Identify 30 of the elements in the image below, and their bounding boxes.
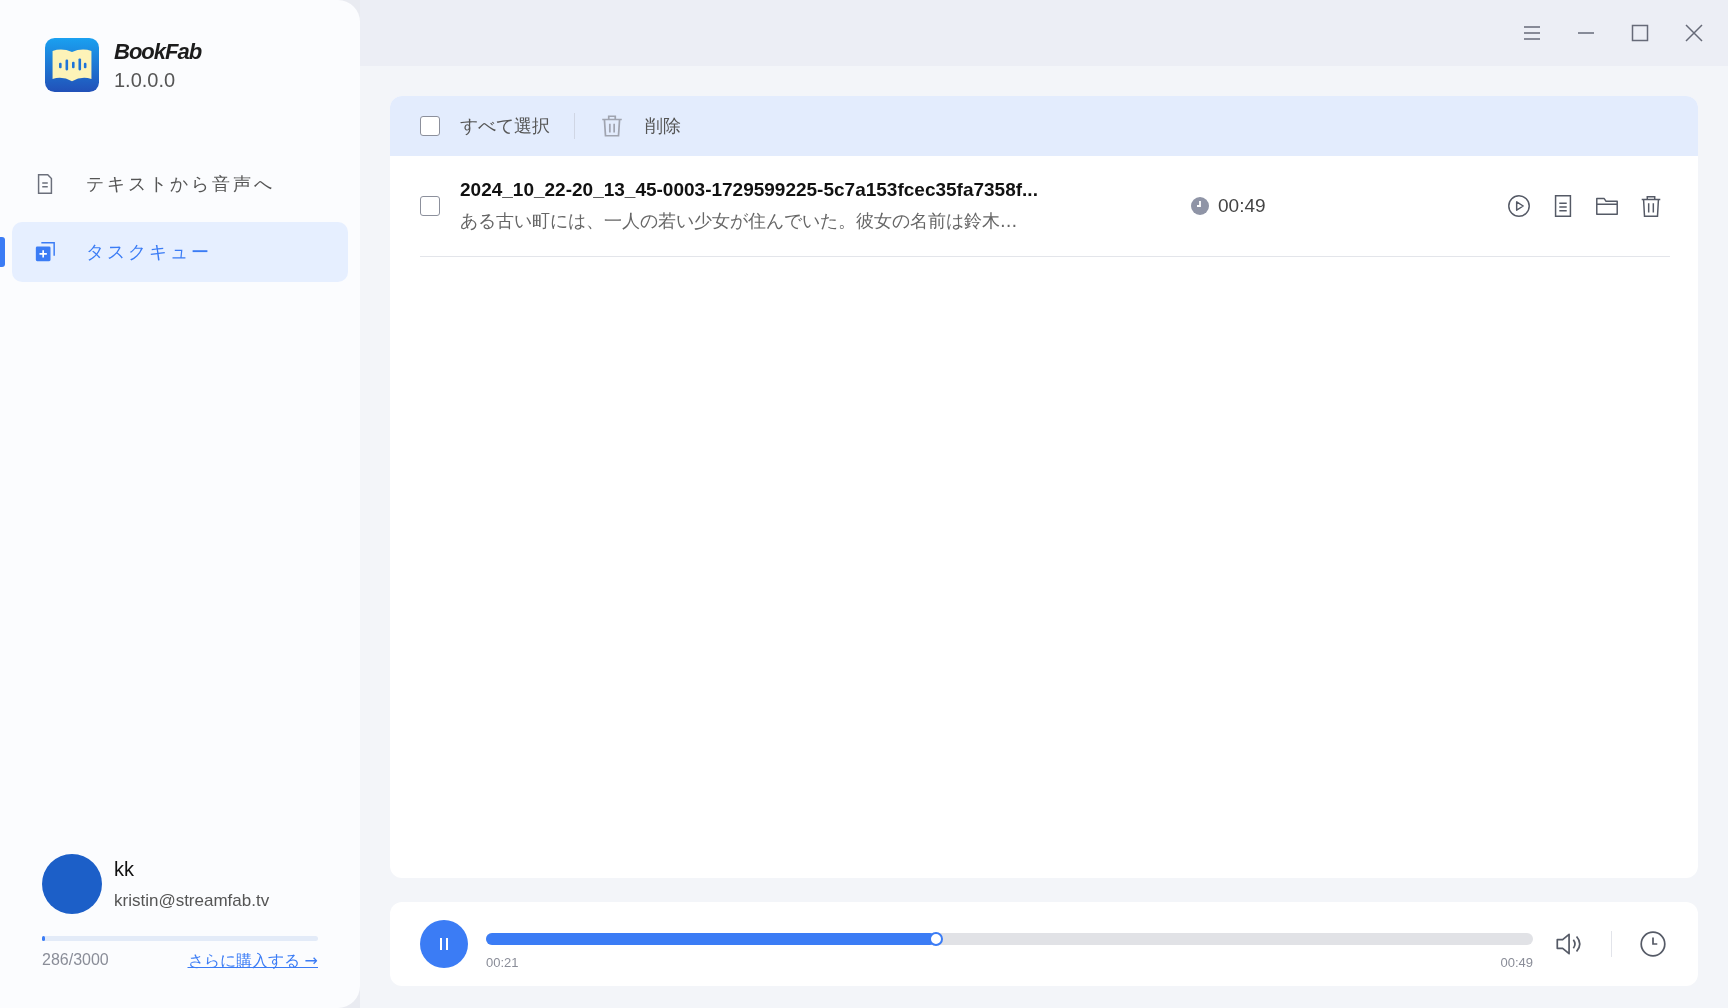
- task-preview: ある古い町には、一人の若い少女が住んでいた。彼女の名前は鈴木...: [460, 209, 1019, 233]
- app-name: BookFab: [114, 38, 202, 65]
- nav-item[interactable]: テキストから音声へ: [12, 154, 348, 214]
- app-version: 1.0.0.0: [114, 68, 177, 92]
- book-logo-icon: [42, 38, 102, 92]
- queue-icon: [34, 241, 56, 263]
- nav-item[interactable]: タスクキュー: [12, 222, 348, 282]
- task-title: 2024_10_22-20_13_45-0003-1729599225-5c7a153fcec35fa7358f...: [460, 179, 1039, 201]
- clock-icon[interactable]: [1638, 929, 1668, 959]
- select-all-label: すべて選択: [460, 114, 550, 138]
- play-icon[interactable]: [1506, 193, 1532, 219]
- trash-icon: [599, 113, 625, 139]
- current-time: 00:21: [486, 954, 519, 970]
- close-icon[interactable]: [1684, 23, 1704, 43]
- user-name: kk: [114, 857, 135, 881]
- total-time: 00:49: [1500, 954, 1533, 970]
- select-all-checkbox[interactable]: [420, 116, 440, 136]
- avatar-circle: [42, 854, 102, 914]
- quota-count: 286/3000: [42, 951, 109, 970]
- progress-track[interactable]: [486, 932, 1533, 945]
- task-duration: 00:49: [1218, 195, 1266, 217]
- delete-button[interactable]: 削除: [599, 113, 681, 139]
- buy-more-link[interactable]: さらに購入する →: [187, 951, 318, 972]
- task-checkbox[interactable]: [420, 196, 440, 216]
- pause-button[interactable]: [420, 920, 468, 968]
- maximize-icon[interactable]: [1630, 23, 1650, 43]
- progress-thumb[interactable]: [929, 931, 944, 946]
- user-email: kristin@streamfab.tv: [114, 890, 270, 911]
- menu-icon[interactable]: [1522, 23, 1542, 43]
- clock-icon: [1190, 196, 1210, 216]
